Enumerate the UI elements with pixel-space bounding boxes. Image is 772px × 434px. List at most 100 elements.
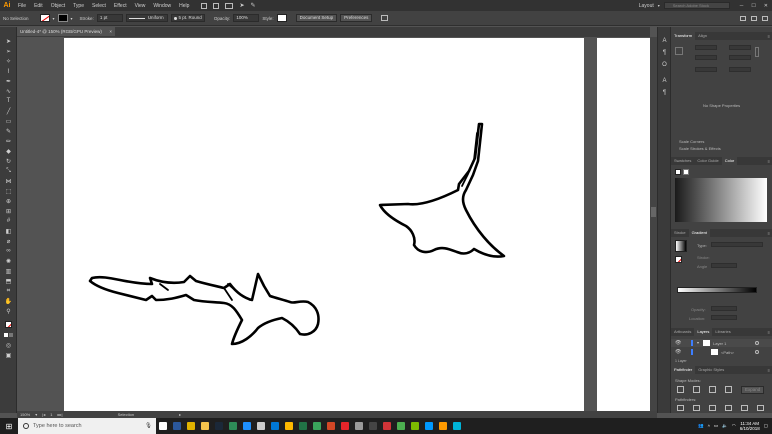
artboard-1[interactable] [64,38,584,411]
mesh-tool-icon[interactable]: # [4,217,13,225]
artboard-number[interactable]: 1 [50,412,52,417]
document-tab[interactable]: Untitled-4* @ 150% (RGB/GPU Preview) × [17,27,115,36]
menu-object[interactable]: Object [47,3,69,9]
tab-stroke[interactable]: Stroke [671,229,689,237]
chevron-down-icon[interactable]: ▾ [71,16,73,21]
scale-corners-checkbox[interactable]: Scale Corners [679,139,704,144]
menu-effect[interactable]: Effect [110,3,131,9]
paragraph-panel-icon[interactable]: ¶ [660,49,669,57]
tab-gradient[interactable]: Gradient [688,229,710,237]
eraser-icon[interactable]: ◆ [4,147,13,155]
expand-button[interactable]: Expand [741,386,765,394]
app-gray-icon[interactable] [352,418,366,434]
h-field[interactable] [729,55,751,60]
align-icon[interactable] [740,15,746,21]
menu-window[interactable]: Window [149,3,175,9]
chrome-icon[interactable] [184,418,198,434]
maximize-icon[interactable]: ☐ [751,3,755,9]
fill-swatch[interactable] [39,14,50,22]
scale-tool-icon[interactable]: ⤡ [4,167,13,175]
document-setup-button[interactable]: Document Setup [295,14,338,22]
x-field[interactable] [695,45,717,50]
pen-tool-icon[interactable]: ✒ [4,77,13,85]
minus-back-icon[interactable] [757,405,764,411]
line-tool-icon[interactable]: ╱ [4,107,13,115]
gradient-location-field[interactable] [711,315,737,320]
reference-point-icon[interactable] [675,47,683,55]
stingray-path[interactable] [378,122,506,258]
layer-name[interactable]: Layer 1 [713,341,726,346]
gradient-preview[interactable] [675,240,687,252]
sublayer-name[interactable]: <Path> [721,350,734,355]
app-green2-icon[interactable] [310,418,324,434]
tab-color[interactable]: Color [721,157,738,165]
menu-edit[interactable]: Edit [30,3,47,9]
visibility-eye-icon[interactable]: 👁 [675,349,681,355]
tab-color-guide[interactable]: Color Guide [694,157,721,165]
pencil-icon[interactable]: ✏ [4,137,13,145]
panel-menu-icon[interactable] [762,15,768,21]
character-styles-icon[interactable]: A [660,77,669,85]
visibility-eye-icon[interactable]: 👁 [675,340,681,346]
tab-transform[interactable]: Transform [671,32,696,40]
panel-menu-icon[interactable]: ≡ [768,231,772,236]
artboard-tool-icon[interactable]: ⬒ [4,277,13,285]
variable-width-profile[interactable]: Uniform [125,14,168,22]
graphic-style-swatch[interactable] [276,14,287,22]
shape-builder-icon[interactable]: ⊕ [4,197,13,205]
unite-icon[interactable] [677,386,684,393]
close-tab-icon[interactable]: × [109,27,112,36]
scrollbar-thumb[interactable] [651,207,656,217]
chevron-up-icon[interactable]: ^ [708,424,710,429]
app-yellow-icon[interactable] [282,418,296,434]
width-tool-icon[interactable]: ⋈ [4,177,13,185]
windows-start-icon[interactable]: ⊞ [0,418,18,434]
chevron-down-icon[interactable]: ▾ [53,16,55,21]
send-icon[interactable]: ➤ [239,2,244,9]
glyphs-panel-icon[interactable]: ¶ [660,89,669,97]
tab-libraries[interactable]: Libraries [712,328,733,336]
rectangle-tool-icon[interactable]: ▭ [4,117,13,125]
rotate-field[interactable] [695,67,717,72]
menu-select[interactable]: Select [88,3,110,9]
gradient-tool-icon[interactable]: ◧ [4,227,13,235]
zoom-tool-icon[interactable]: ⚲ [4,307,13,315]
scale-strokes-checkbox[interactable]: Scale Strokes & Effects [679,146,721,151]
volume-icon[interactable]: 🔈 [722,423,728,429]
panel-menu-icon[interactable]: ≡ [768,330,772,335]
panel-menu-icon[interactable]: ≡ [768,368,772,373]
artboard-2[interactable] [597,38,650,411]
microphone-icon[interactable]: 🎙 [145,423,152,429]
chevron-down-icon[interactable]: ▾ [658,3,660,8]
opacity-field[interactable]: 100% [233,14,260,22]
outline-icon[interactable] [741,405,748,411]
tab-align[interactable]: Align [695,32,710,40]
target-icon[interactable] [755,350,759,354]
arrange-documents-icon[interactable] [381,15,389,21]
wifi-icon[interactable]: ◠ [732,423,736,429]
paintbrush-icon[interactable]: ✎ [4,127,13,135]
fill-stroke-icon[interactable] [4,320,13,328]
intersect-icon[interactable] [709,386,716,393]
preferences-button[interactable]: Preferences [340,14,373,22]
explorer-icon[interactable] [198,418,212,434]
stock-icon[interactable] [213,2,220,9]
chevron-down-icon[interactable]: ▾ [35,412,37,417]
rotate-tool-icon[interactable]: ↻ [4,157,13,165]
menu-view[interactable]: View [131,3,150,9]
eyedropper-icon[interactable]: ⌀ [4,237,13,245]
tab-graphic-styles[interactable]: Graphic Styles [695,366,727,374]
taskbar-search-box[interactable]: Type here to search 🎙 [18,418,156,434]
status-arrow-icon[interactable]: ▸ [179,412,181,417]
close-icon[interactable]: ✕ [764,3,768,9]
app-red-icon[interactable] [380,418,394,434]
slice-tool-icon[interactable]: ⌗ [4,287,13,295]
zoom-level[interactable]: 150% [20,412,30,417]
direct-selection-tool-icon[interactable]: ➢ [4,47,13,55]
selection-tool-icon[interactable]: ➤ [4,37,13,45]
workspace-switcher[interactable]: Layout [639,3,654,9]
powerpoint-icon[interactable] [324,418,338,434]
vertical-scrollbar[interactable] [650,37,657,411]
illustrator-icon[interactable] [436,418,450,434]
app-green-icon[interactable] [226,418,240,434]
